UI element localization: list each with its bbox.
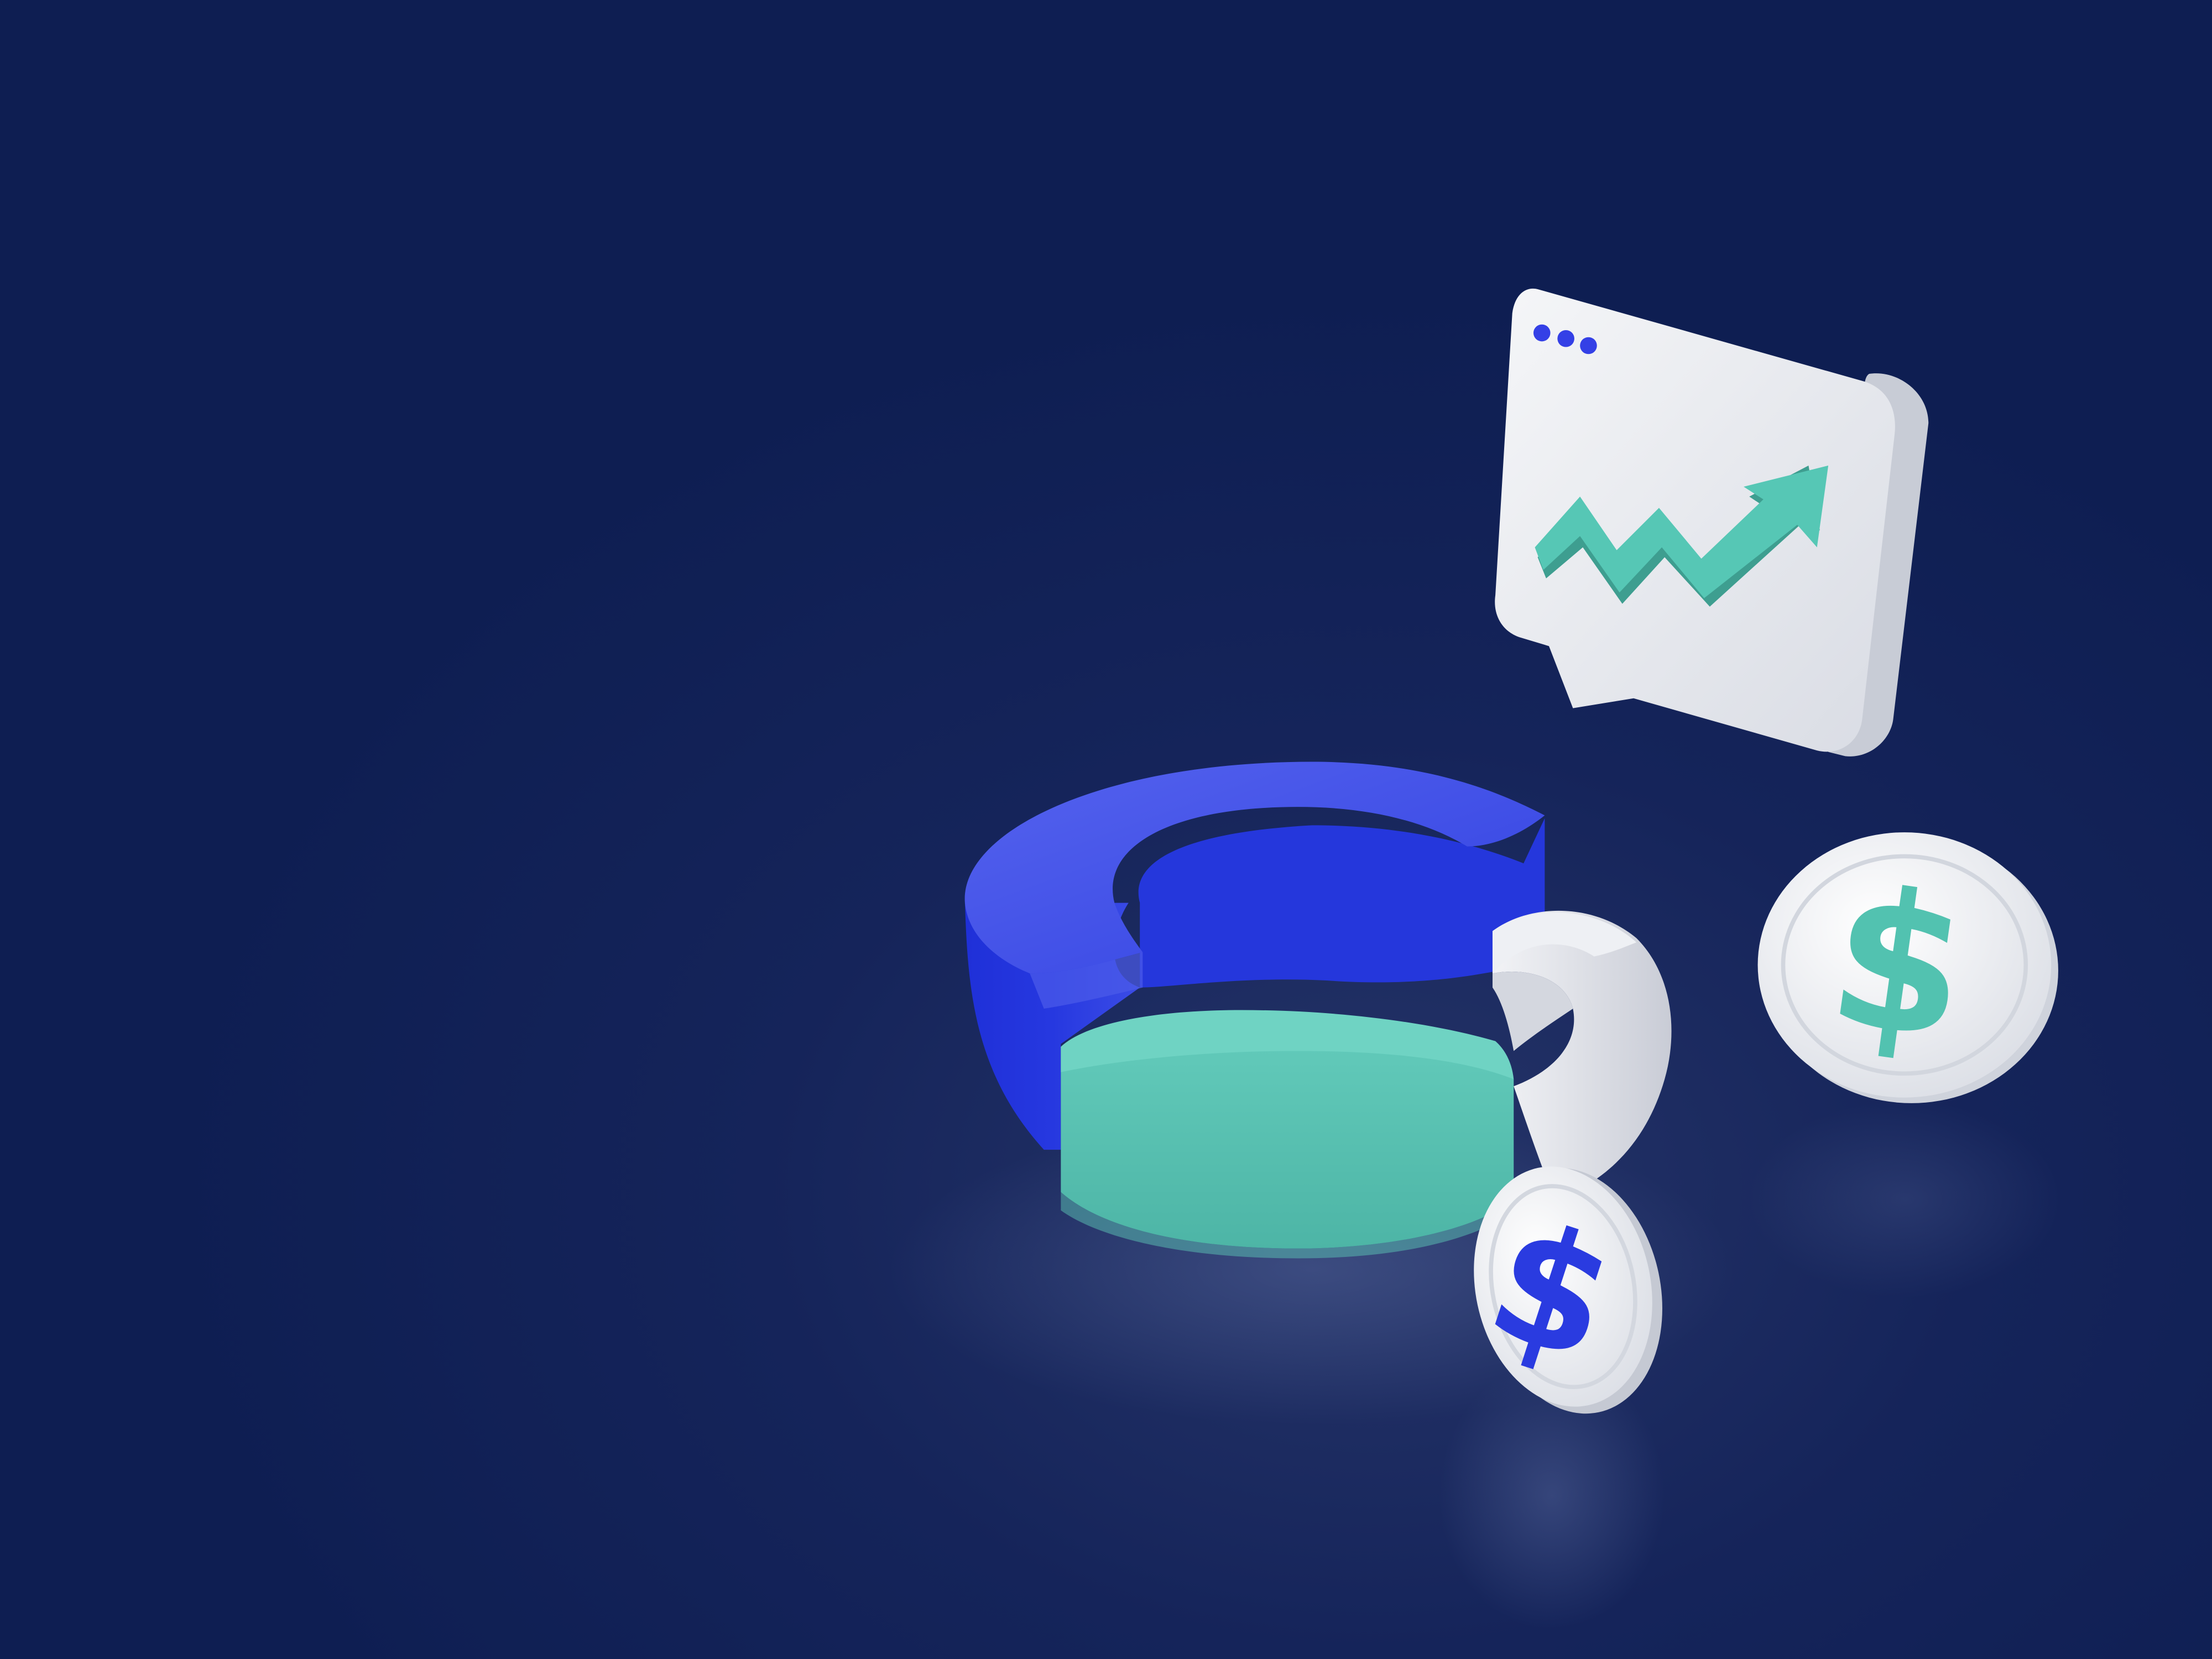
donut-segment-teal — [1061, 1010, 1514, 1259]
window-dot-icon — [1557, 330, 1574, 347]
scene-illustration: $ $ — [0, 0, 2212, 1659]
window-dot-icon — [1533, 324, 1551, 342]
window-dot-icon — [1580, 337, 1597, 354]
